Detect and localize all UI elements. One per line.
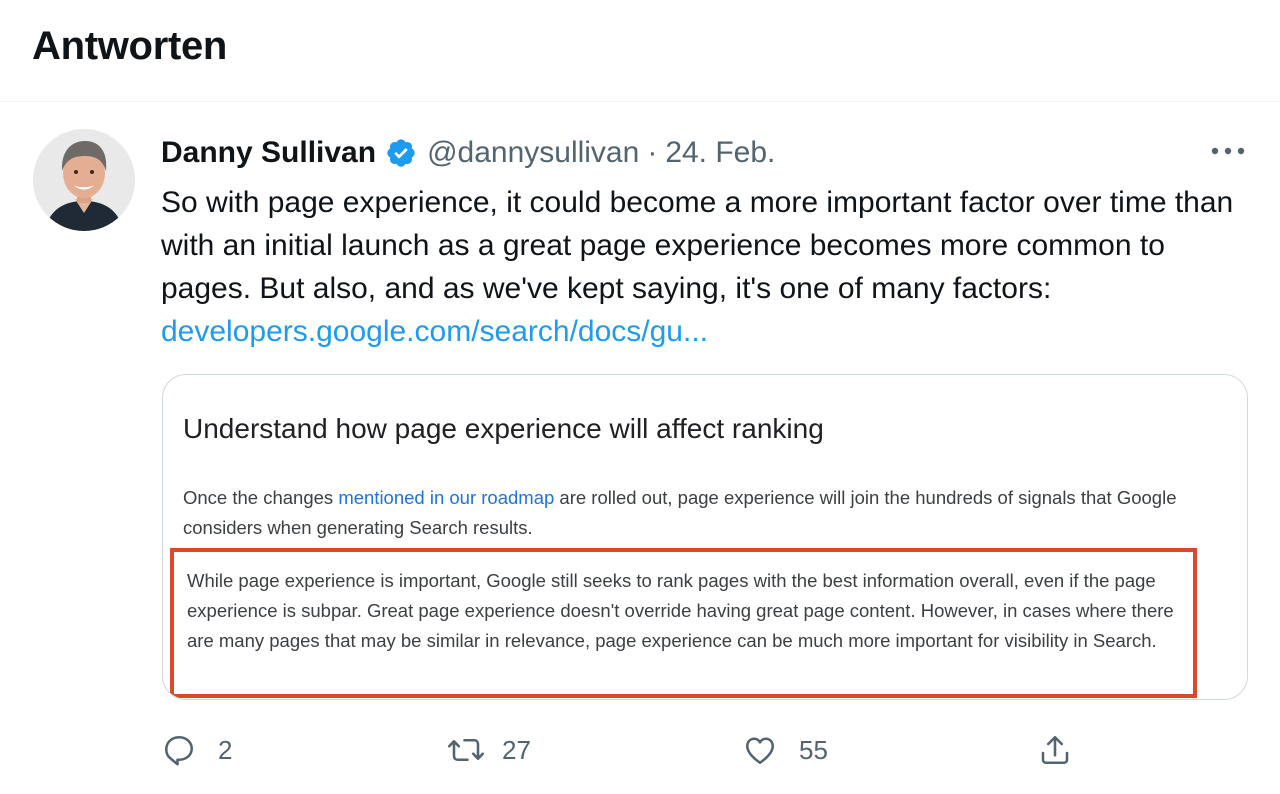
- card-paragraph-2: While page experience is important, Goog…: [187, 570, 1174, 651]
- author-handle[interactable]: @dannysullivan: [427, 136, 639, 170]
- more-options-button[interactable]: [1208, 139, 1248, 163]
- retweet-icon: [447, 738, 485, 762]
- more-icon: [1211, 147, 1245, 155]
- retweet-count: 27: [502, 734, 531, 765]
- share-button[interactable]: [1037, 730, 1073, 770]
- tweet-actions: 2 27 55: [161, 730, 1081, 770]
- tweet-date[interactable]: 24. Feb.: [665, 136, 775, 170]
- tweet-meta: Danny Sullivan @dannysullivan · 24. Feb.: [161, 133, 775, 173]
- avatar[interactable]: [33, 129, 135, 231]
- card-roadmap-link: mentioned in our roadmap: [338, 487, 555, 508]
- page-title: Antworten: [32, 24, 228, 68]
- reply-icon: [164, 735, 194, 766]
- like-button[interactable]: 55: [742, 730, 828, 770]
- tweet-body: So with page experience, it could become…: [161, 186, 1234, 305]
- meta-separator: ·: [647, 136, 658, 169]
- card-heading: Understand how page experience will affe…: [183, 413, 824, 444]
- reply-count: 2: [218, 734, 233, 765]
- like-count: 55: [799, 734, 828, 765]
- share-icon: [1041, 735, 1069, 765]
- page-header: Antworten: [0, 0, 1280, 102]
- highlight-box: While page experience is important, Goog…: [170, 548, 1197, 698]
- heart-icon: [745, 737, 775, 765]
- card-p1-before: Once the changes: [183, 487, 339, 508]
- author-name[interactable]: Danny Sullivan: [161, 136, 376, 170]
- tweet[interactable]: Danny Sullivan @dannysullivan · 24. Feb.…: [0, 103, 1280, 794]
- link-preview-card[interactable]: Understand how page experience will affe…: [162, 374, 1248, 700]
- card-paragraph-1: Once the changes mentioned in our roadma…: [183, 483, 1213, 543]
- verified-badge-icon: [385, 137, 417, 169]
- tweet-link[interactable]: developers.google.com/search/docs/gu...: [161, 315, 708, 348]
- reply-button[interactable]: 2: [161, 730, 232, 770]
- retweet-button[interactable]: 27: [446, 730, 531, 770]
- tweet-text: So with page experience, it could become…: [161, 181, 1256, 353]
